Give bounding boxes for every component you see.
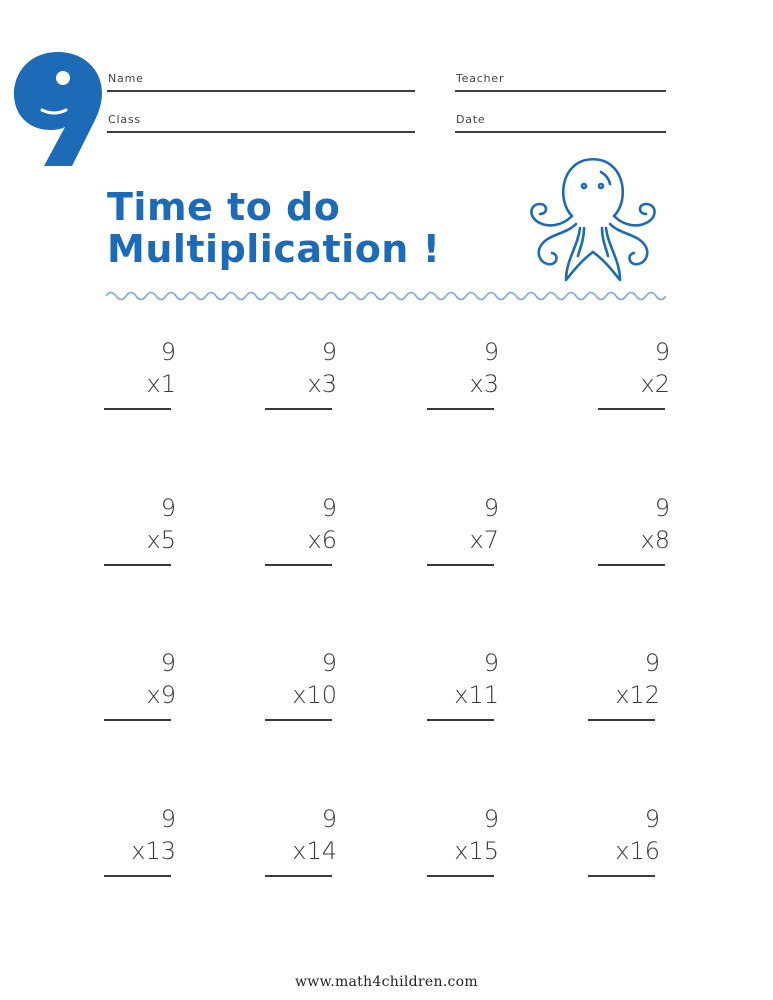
answer-line[interactable] (588, 719, 655, 721)
problem-multiplicand: 9 (483, 649, 499, 677)
problem-multiplicand: 9 (160, 494, 176, 522)
multiplication-problem: 9 x7 (427, 494, 507, 574)
answer-line[interactable] (104, 875, 171, 877)
problem-multiplier: x5 (146, 526, 176, 554)
problem-multiplicand: 9 (321, 338, 337, 366)
problem-multiplier: x13 (131, 837, 176, 865)
multiplication-problem: 9 x13 (104, 805, 184, 885)
answer-line[interactable] (265, 564, 332, 566)
answer-line[interactable] (588, 875, 655, 877)
problem-multiplicand: 9 (654, 494, 670, 522)
answer-line[interactable] (104, 408, 171, 410)
answer-line[interactable] (265, 408, 332, 410)
problem-multiplicand: 9 (160, 649, 176, 677)
date-field[interactable]: Date (455, 113, 666, 135)
class-label: Class (108, 113, 141, 126)
teacher-line (455, 90, 666, 92)
problem-multiplicand: 9 (644, 805, 660, 833)
problem-multiplier: x3 (469, 370, 499, 398)
name-label: Name (108, 72, 144, 85)
multiplication-problem: 9 x2 (598, 338, 678, 418)
title-line-1: Time to do (107, 185, 341, 229)
class-line (107, 131, 415, 133)
problem-multiplicand: 9 (321, 805, 337, 833)
problem-multiplicand: 9 (160, 338, 176, 366)
problem-multiplier: x9 (146, 681, 176, 709)
problem-multiplier: x15 (454, 837, 499, 865)
multiplication-problem: 9 x11 (427, 649, 507, 729)
problem-multiplicand: 9 (483, 805, 499, 833)
worksheet-title: Time to do Multiplication ! (107, 186, 440, 270)
multiplication-problem: 9 x1 (104, 338, 184, 418)
title-line-2: Multiplication ! (107, 227, 441, 271)
answer-line[interactable] (427, 719, 494, 721)
answer-line[interactable] (427, 408, 494, 410)
name-line (107, 90, 415, 92)
multiplication-problem: 9 x6 (265, 494, 345, 574)
teacher-label: Teacher (456, 72, 505, 85)
teacher-field[interactable]: Teacher (455, 72, 666, 94)
answer-line[interactable] (598, 564, 665, 566)
wavy-divider (106, 291, 666, 301)
problem-multiplier: x8 (640, 526, 670, 554)
problem-multiplier: x6 (307, 526, 337, 554)
problem-multiplicand: 9 (483, 494, 499, 522)
problem-multiplicand: 9 (160, 805, 176, 833)
problem-multiplier: x12 (615, 681, 660, 709)
multiplication-problem: 9 x8 (598, 494, 678, 574)
class-field[interactable]: Class (107, 113, 415, 135)
date-label: Date (456, 113, 486, 126)
multiplication-problem: 9 x3 (265, 338, 345, 418)
problem-multiplier: x2 (640, 370, 670, 398)
problem-multiplicand: 9 (644, 649, 660, 677)
multiplication-problem: 9 x14 (265, 805, 345, 885)
problem-multiplicand: 9 (654, 338, 670, 366)
problem-multiplier: x1 (146, 370, 176, 398)
date-line (455, 131, 666, 133)
problem-multiplicand: 9 (321, 494, 337, 522)
problem-multiplicand: 9 (321, 649, 337, 677)
answer-line[interactable] (104, 719, 171, 721)
multiplication-problem: 9 x16 (588, 805, 668, 885)
name-field[interactable]: Name (107, 72, 415, 94)
answer-line[interactable] (427, 875, 494, 877)
problem-multiplier: x11 (454, 681, 499, 709)
problem-multiplier: x3 (307, 370, 337, 398)
multiplication-problem: 9 x3 (427, 338, 507, 418)
problem-multiplier: x7 (469, 526, 499, 554)
answer-line[interactable] (104, 564, 171, 566)
multiplication-problem: 9 x15 (427, 805, 507, 885)
answer-line[interactable] (265, 719, 332, 721)
multiplication-problem: 9 x10 (265, 649, 345, 729)
multiplication-problem: 9 x9 (104, 649, 184, 729)
problem-multiplier: x16 (615, 837, 660, 865)
problem-multiplier: x10 (292, 681, 337, 709)
big-number-nine (14, 52, 102, 166)
multiplication-problem: 9 x5 (104, 494, 184, 574)
problem-multiplicand: 9 (483, 338, 499, 366)
footer-url: www.math4children.com (295, 974, 478, 990)
answer-line[interactable] (427, 564, 494, 566)
answer-line[interactable] (598, 408, 665, 410)
octopus-icon (530, 157, 656, 282)
answer-line[interactable] (265, 875, 332, 877)
problem-multiplier: x14 (292, 837, 337, 865)
multiplication-problem: 9 x12 (588, 649, 668, 729)
